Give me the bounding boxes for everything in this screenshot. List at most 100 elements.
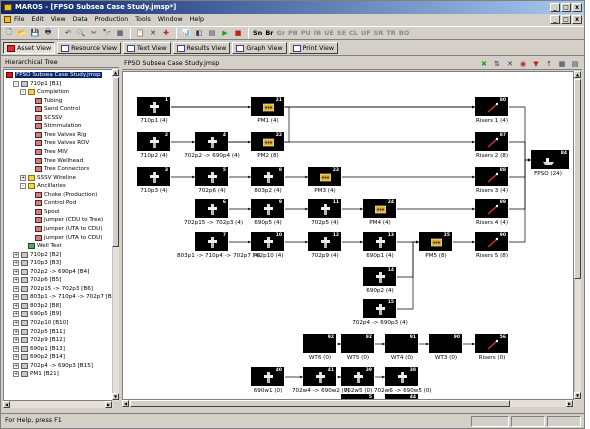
tree-item[interactable]: Well Test bbox=[20, 242, 62, 250]
manifold-node[interactable]: 22 bbox=[251, 132, 284, 151]
toolbar-br-button[interactable]: Br bbox=[264, 28, 274, 39]
expand-icon[interactable]: + bbox=[13, 371, 19, 378]
network-diagram[interactable]: 1 710p1 (4) 21 PM1 (4) 80 Risers 1 (4) 2 710p2 … bbox=[122, 71, 574, 400]
red-down-icon[interactable]: ▼ bbox=[531, 59, 541, 68]
tree-item[interactable]: Jumper (UTA to CDU) bbox=[27, 225, 102, 233]
diagram-scroll-down-button[interactable]: ▼ bbox=[574, 392, 581, 399]
up-icon[interactable]: ↑ bbox=[544, 59, 554, 68]
tree-item[interactable]: +702p15 -> 702p3 [B6] bbox=[13, 285, 93, 293]
tree-item[interactable]: FPSO Subsea Case Study.jmsp bbox=[6, 71, 102, 79]
well-node[interactable]: 12 bbox=[308, 232, 341, 251]
well-node[interactable]: 3 bbox=[137, 167, 170, 186]
menu-edit[interactable]: Edit bbox=[32, 16, 44, 23]
tree-item[interactable]: +702p6 [B5] bbox=[13, 276, 61, 284]
well-node[interactable]: 14 bbox=[363, 267, 396, 286]
split-icon[interactable]: ◧ bbox=[193, 28, 205, 39]
tree-vertical-scrollbar[interactable]: ▲ ▼ bbox=[112, 69, 119, 401]
expand-icon[interactable]: + bbox=[13, 354, 19, 361]
collapse-icon[interactable]: - bbox=[20, 89, 26, 96]
find-icon[interactable]: 🔭 bbox=[101, 28, 113, 39]
manifold-node[interactable]: 21 bbox=[251, 97, 284, 116]
well-node[interactable]: 2 bbox=[137, 132, 170, 151]
diagram-scroll-up-button[interactable]: ▲ bbox=[574, 71, 581, 78]
toolbar-se-button[interactable]: SE bbox=[336, 28, 347, 39]
expand-icon[interactable]: + bbox=[13, 337, 19, 344]
tab-print-view[interactable]: Print View bbox=[288, 42, 339, 54]
tree-item[interactable]: +803p1 -> 710p4 -> 702p7 [B7 bbox=[13, 293, 112, 301]
diagram-hscroll-thumb[interactable] bbox=[130, 400, 510, 407]
tree-item[interactable]: +702p5 [B11] bbox=[13, 328, 65, 336]
doc-restore-button[interactable]: □ bbox=[561, 15, 571, 24]
riser-node[interactable]: 56 bbox=[475, 334, 508, 353]
diagram-vertical-scrollbar[interactable]: ▲ ▼ bbox=[574, 71, 581, 400]
stack-icon[interactable]: ▤ bbox=[206, 28, 218, 39]
tree-item[interactable]: +702p9 [B12] bbox=[13, 336, 65, 344]
tree-item[interactable]: +690p2 [B14] bbox=[13, 353, 65, 361]
toolbar-ue-button[interactable]: UE bbox=[323, 28, 335, 39]
tree-item[interactable]: Choke (Production) bbox=[27, 191, 97, 199]
expand-icon[interactable]: + bbox=[13, 268, 19, 275]
tree-item[interactable]: - Ancillaries bbox=[20, 182, 66, 190]
paste-icon[interactable]: 📋 bbox=[134, 28, 146, 39]
empty-node[interactable]: 90 bbox=[429, 334, 462, 353]
well-node[interactable]: 5 bbox=[195, 167, 228, 186]
empty-node[interactable]: 92 bbox=[303, 334, 336, 353]
tree-item[interactable]: SCSSV bbox=[27, 114, 62, 122]
manifold-node[interactable]: 23 bbox=[308, 167, 341, 186]
scroll-thumb[interactable] bbox=[112, 77, 119, 247]
menu-help[interactable]: Help bbox=[190, 16, 204, 23]
toolbar-bo-button[interactable]: BO bbox=[398, 28, 410, 39]
riser-node[interactable]: 90 bbox=[475, 232, 508, 251]
well-node[interactable]: 7 bbox=[195, 232, 228, 251]
toolbar-pu-button[interactable]: PU bbox=[300, 28, 312, 39]
well-node[interactable]: 1 bbox=[137, 97, 170, 116]
toolbar-uf-button[interactable]: UF bbox=[360, 28, 372, 39]
tools-icon[interactable]: ✕ bbox=[147, 28, 159, 39]
tree-item[interactable]: + SSSV Wireline bbox=[20, 174, 76, 182]
scroll-up-button[interactable]: ▲ bbox=[112, 69, 119, 76]
diagram-scroll-left-button[interactable]: ◀ bbox=[122, 400, 129, 407]
scroll-left-button[interactable]: ◀ bbox=[3, 401, 10, 408]
run-icon[interactable]: ▶ bbox=[219, 28, 231, 39]
tree-item[interactable]: Tree MIV bbox=[27, 148, 68, 156]
tree-item[interactable]: Control Pod bbox=[27, 199, 76, 207]
menu-production[interactable]: Production bbox=[95, 16, 129, 23]
tab-graph-view[interactable]: Graph View bbox=[232, 42, 287, 54]
list-icon[interactable]: ▤ bbox=[570, 59, 580, 68]
tree-item[interactable]: Jumper (UTA to CDU) bbox=[27, 233, 102, 241]
expand-icon[interactable]: + bbox=[13, 251, 19, 258]
tree-item[interactable]: - 710p1 [B1] bbox=[13, 80, 61, 88]
tree-item[interactable]: +710p3 [B3] bbox=[13, 259, 61, 267]
menu-data[interactable]: Data bbox=[73, 16, 88, 23]
diagram-scroll-thumb[interactable] bbox=[574, 79, 581, 279]
expand-icon[interactable]: + bbox=[13, 328, 19, 335]
well-node[interactable]: 41 bbox=[303, 367, 336, 386]
empty-node[interactable]: 92 bbox=[341, 334, 374, 353]
tree-item[interactable]: + PM1 [B21] bbox=[13, 370, 59, 378]
help-icon[interactable]: ◉ bbox=[518, 59, 528, 68]
doc-minimize-button[interactable]: _ bbox=[550, 15, 560, 24]
manifold-node[interactable]: 24 bbox=[363, 199, 396, 218]
tree-item[interactable]: +690p1 [B13] bbox=[13, 345, 65, 353]
tree-item[interactable]: Tree Connectors bbox=[27, 165, 89, 173]
scroll-down-button[interactable]: ▼ bbox=[112, 393, 119, 400]
tree-item[interactable]: +702p4 -> 690p3 [B15] bbox=[13, 362, 93, 370]
fpso-node[interactable]: 84 bbox=[531, 150, 569, 169]
expand-icon[interactable]: + bbox=[13, 345, 19, 352]
doc-close-button[interactable]: x bbox=[572, 15, 582, 24]
expand-icon[interactable]: + bbox=[13, 302, 19, 309]
tree-item[interactable]: Tree Wellhead bbox=[27, 157, 83, 165]
expand-icon[interactable]: + bbox=[13, 285, 19, 292]
tree-item[interactable]: Tree Valves ROV bbox=[27, 139, 89, 147]
expand-icon[interactable]: + bbox=[13, 320, 19, 327]
sort-icon[interactable]: ⇅ bbox=[492, 59, 502, 68]
stop-icon[interactable]: ■ bbox=[232, 28, 244, 39]
toolbar-pb-button[interactable]: PB bbox=[287, 28, 299, 39]
tree-item[interactable]: - Completion bbox=[20, 88, 69, 96]
back-icon[interactable]: ↶ bbox=[62, 28, 74, 39]
diagram-horizontal-scrollbar[interactable]: ◀ ▶ bbox=[122, 400, 574, 407]
cut-icon[interactable]: ✂ bbox=[88, 28, 100, 39]
menu-window[interactable]: Window bbox=[158, 16, 183, 23]
menu-view[interactable]: View bbox=[51, 16, 66, 23]
collapse-icon[interactable]: - bbox=[13, 80, 19, 87]
